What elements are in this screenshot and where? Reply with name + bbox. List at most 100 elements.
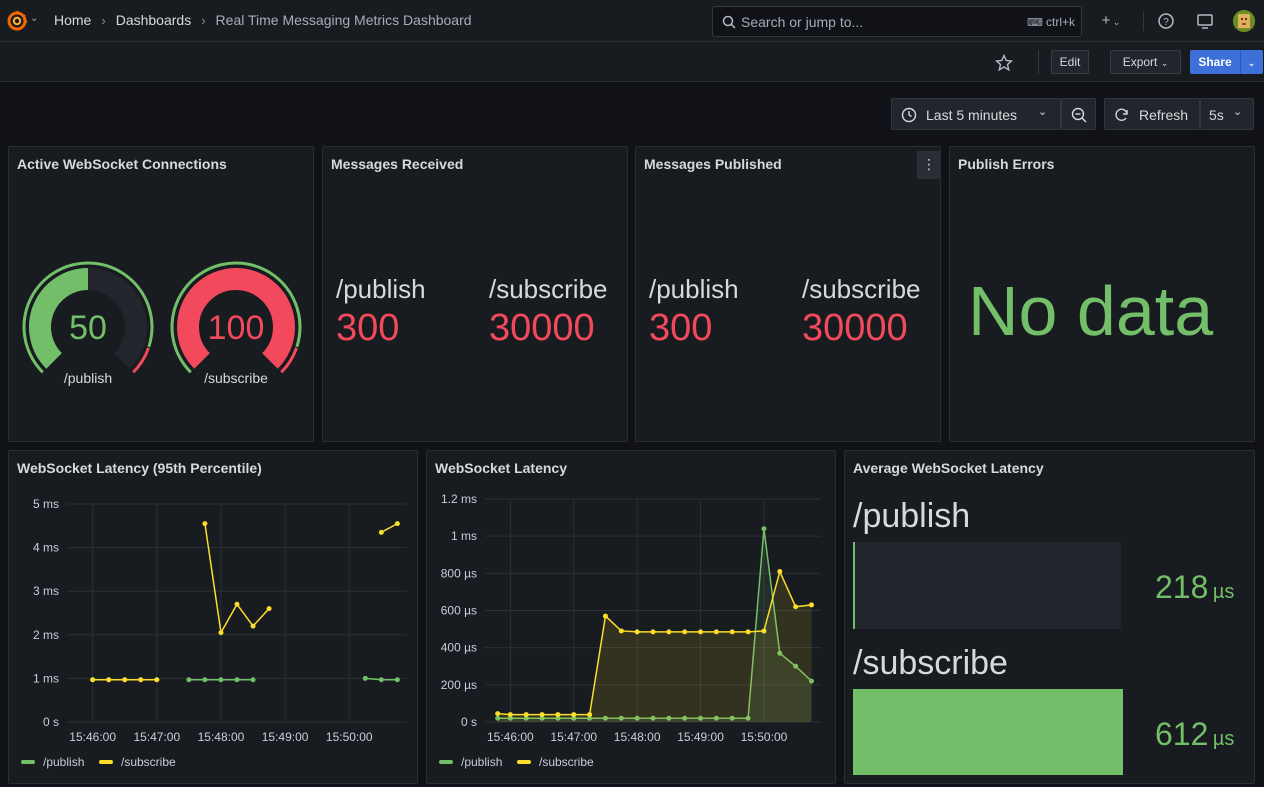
gauge-label: /publish <box>64 370 112 386</box>
y-tick-label: 5 ms <box>33 497 59 511</box>
divider <box>1143 11 1144 31</box>
data-point <box>234 677 240 683</box>
chevron-right-icon: › <box>201 12 206 28</box>
bar-value-number: 218 <box>1155 569 1209 605</box>
data-point <box>378 677 384 683</box>
panel-menu-button[interactable]: ⋮ <box>917 151 941 179</box>
bar-value-unit: µs <box>1212 581 1235 603</box>
y-tick-label: 200 µs <box>441 678 477 692</box>
svg-text:?: ? <box>1163 17 1169 28</box>
refresh-icon <box>1115 108 1128 121</box>
edit-button[interactable]: Edit <box>1051 50 1089 74</box>
panel-latency: WebSocket Latency 0 s 200 µs 400 µs 600 µs 8… <box>426 450 836 784</box>
stat-label: /subscribe <box>489 274 608 304</box>
search-shortcut: ⌨ ctrl+k <box>1027 15 1075 29</box>
data-point <box>602 613 608 619</box>
y-tick-label: 1 ms <box>451 529 477 543</box>
breadcrumb-home[interactable]: Home <box>54 12 91 28</box>
breadcrumb-dashboards[interactable]: Dashboards <box>116 12 192 28</box>
add-menu-button[interactable]: + ⌄ <box>1097 10 1125 32</box>
panel-active-connections: Active WebSocket Connections 50/publish 1… <box>8 146 314 442</box>
help-icon[interactable]: ? <box>1155 10 1177 32</box>
share-button[interactable]: Share <box>1190 50 1240 74</box>
grafana-logo-icon[interactable] <box>6 10 28 32</box>
data-point <box>154 677 160 683</box>
bar-label: /subscribe <box>853 644 1008 682</box>
bar-gauge-fill <box>853 542 855 629</box>
x-tick-label: 15:49:00 <box>262 730 309 744</box>
x-tick-label: 15:46:00 <box>69 730 116 744</box>
more-vertical-icon: ⋮ <box>922 156 936 172</box>
data-point <box>698 629 704 635</box>
top-navbar: ⌄ Home › Dashboards › Real Time Messagin… <box>0 0 1264 42</box>
gauge-label: /subscribe <box>204 370 268 386</box>
chevron-down-icon: ⌄ <box>1038 106 1048 118</box>
gauges: 50/publish 100/subscribe <box>22 261 302 386</box>
panel-average-latency: Average WebSocket Latency /publish 218 µ… <box>844 450 1255 784</box>
data-point <box>138 677 144 683</box>
news-icon[interactable] <box>1194 10 1216 32</box>
data-point <box>761 628 767 634</box>
refresh-label: Refresh <box>1139 107 1189 123</box>
data-point <box>745 629 751 635</box>
export-button[interactable]: Export ⌄ <box>1110 50 1181 74</box>
gauge-value: 100 <box>208 309 265 347</box>
star-icon[interactable] <box>995 54 1013 72</box>
y-tick-label: 1 ms <box>33 671 59 685</box>
stat-label: /publish <box>649 274 739 304</box>
data-point <box>394 677 400 683</box>
legend-label: /publish <box>461 755 502 769</box>
no-data-text: No data <box>968 272 1214 350</box>
divider <box>1038 50 1039 74</box>
y-tick-label: 600 µs <box>441 604 477 618</box>
data-point <box>394 521 400 527</box>
shortcut-label: ctrl+k <box>1045 15 1075 29</box>
x-tick-label: 15:50:00 <box>741 730 788 744</box>
x-tick-label: 15:48:00 <box>198 730 245 744</box>
time-range-picker[interactable]: Last 5 minutes ⌄ <box>891 98 1061 130</box>
data-point <box>729 629 735 635</box>
latency-chart: 0 s 200 µs 400 µs 600 µs 800 µs 1 ms 1.2 ms 15:… <box>439 492 821 769</box>
data-point <box>682 629 688 635</box>
legend-label: /subscribe <box>539 755 594 769</box>
data-point <box>234 601 240 607</box>
x-tick-label: 15:47:00 <box>550 730 597 744</box>
panel-messages-received: Messages Received /publish 300 /subscrib… <box>322 146 628 442</box>
chevron-down-icon[interactable]: ⌄ <box>30 13 38 24</box>
time-range-label: Last 5 minutes <box>926 107 1018 123</box>
share-menu-button[interactable]: ⌄ <box>1240 50 1263 74</box>
bar-gauge-track <box>853 542 1121 629</box>
avatar[interactable] <box>1233 10 1255 32</box>
refresh-button[interactable]: Refresh <box>1104 98 1200 130</box>
bar-gauge-track <box>853 689 1123 775</box>
data-point <box>122 677 128 683</box>
data-point <box>634 629 640 635</box>
data-point <box>495 711 501 717</box>
refresh-interval-label: 5s <box>1209 107 1224 123</box>
data-point <box>571 712 577 718</box>
zoom-out-button[interactable] <box>1061 98 1096 130</box>
data-point <box>523 712 529 718</box>
panel-title: Messages Received <box>331 156 464 172</box>
search-input[interactable]: Search or jump to... ⌨ ctrl+k <box>712 6 1082 37</box>
bar-value-unit: µs <box>1212 728 1235 750</box>
data-point <box>90 677 96 683</box>
stat-value: 30000 <box>802 307 908 349</box>
x-tick-label: 15:49:00 <box>677 730 724 744</box>
data-point <box>218 630 224 636</box>
bar-label: /publish <box>853 497 971 535</box>
export-label: Export <box>1122 55 1158 69</box>
panel-title: Messages Published <box>644 156 782 172</box>
search-icon <box>722 15 736 29</box>
data-point <box>202 521 208 527</box>
bar-value: 218 µs <box>1155 569 1234 606</box>
data-point <box>539 712 545 718</box>
refresh-interval-picker[interactable]: 5s ⌄ <box>1200 98 1254 130</box>
data-point <box>186 677 192 683</box>
legend-label: /subscribe <box>121 755 176 769</box>
latency-p95-chart: 0 s 1 ms 2 ms 3 ms 4 ms 5 ms 15:46:00 15:47:00 1… <box>21 497 407 769</box>
data-point <box>378 529 384 535</box>
legend-swatch <box>439 760 453 764</box>
chevron-down-icon: ⌄ <box>1233 106 1243 118</box>
panel-title: Publish Errors <box>958 156 1055 172</box>
